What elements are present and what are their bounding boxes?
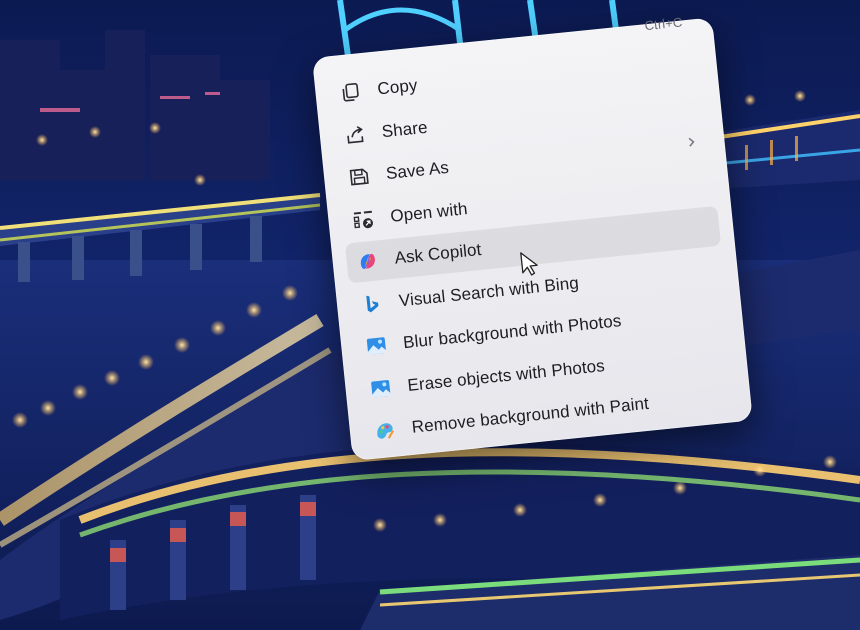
mouse-cursor-icon [520,252,538,276]
save-as-icon [347,165,371,189]
menu-item-label: Share [380,117,429,141]
context-menu: Ctrl+C Copy Share Save As Open with Ask … [312,14,753,461]
paint-icon [373,418,397,442]
copy-icon [339,80,363,104]
menu-item-label: Save As [385,157,450,184]
menu-item-label: Visual Search with Bing [397,272,580,310]
share-icon [343,122,367,146]
menu-item-label: Erase objects with Photos [406,355,606,395]
chevron-right-icon [688,137,695,147]
photos-icon [369,376,393,400]
copy-shortcut: Ctrl+C [643,14,684,34]
bing-icon [360,292,384,316]
photos-icon [364,334,388,358]
open-with-icon [351,207,375,231]
menu-item-label: Copy [376,75,419,99]
menu-item-label: Ask Copilot [393,239,483,268]
menu-item-label: Open with [389,198,469,226]
copilot-icon [356,249,380,273]
